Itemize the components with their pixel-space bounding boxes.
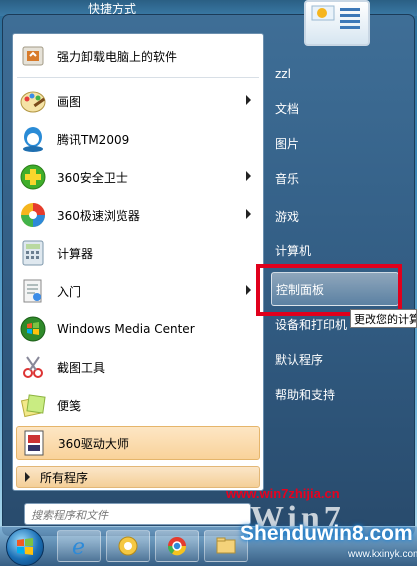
paint-icon (18, 86, 48, 116)
taskbar-ie-button[interactable]: e (57, 530, 101, 562)
program-item-uninstaller[interactable]: 强力卸载电脑上的软件 (16, 39, 260, 73)
search-placeholder: 搜索程序和文件 (31, 509, 108, 522)
right-item-pictures[interactable]: 图片 (271, 126, 399, 160)
360-safe-icon (18, 162, 48, 192)
media-center-icon (18, 314, 48, 344)
program-item-label: 360驱动大师 (58, 436, 129, 451)
program-item-label: 便笺 (57, 398, 82, 413)
program-item-360-browser[interactable]: 360极速浏览器 (16, 198, 260, 232)
program-item-sticky-notes[interactable]: 便笺 (16, 388, 260, 422)
program-item-label: 计算器 (57, 246, 94, 261)
program-item-label: 360安全卫士 (57, 170, 128, 185)
control-panel-tooltip: 更改您的计算 (350, 309, 417, 328)
program-item-label: 360极速浏览器 (57, 208, 140, 223)
explorer-icon (216, 537, 236, 554)
submenu-arrow-icon (246, 95, 251, 105)
right-item-computer[interactable]: 计算机 (271, 233, 399, 267)
all-programs-label: 所有程序 (40, 470, 89, 485)
submenu-arrow-icon (246, 209, 251, 219)
watermark-logo: Shenduwin8.com (240, 522, 413, 545)
calculator-icon (18, 238, 48, 268)
chrome-icon (167, 537, 187, 556)
360-driver-icon (19, 428, 49, 458)
user-picture[interactable] (304, 0, 370, 46)
svg-text:e: e (72, 535, 85, 558)
program-item-calculator[interactable]: 计算器 (16, 236, 260, 270)
all-programs-button[interactable]: 所有程序 (16, 466, 260, 488)
sticky-notes-icon (18, 390, 48, 420)
snipping-tool-icon (18, 352, 48, 382)
right-item-games[interactable]: 游戏 (271, 199, 399, 233)
programs-pane: 强力卸载电脑上的软件 画图 腾讯TM2009 360安全卫士 360极速浏览器 … (12, 33, 264, 491)
program-item-label: 截图工具 (57, 360, 106, 375)
submenu-arrow-icon (246, 285, 251, 295)
taskbar-file-manager-button[interactable] (106, 530, 150, 562)
program-item-media-center[interactable]: Windows Media Center (16, 312, 260, 346)
uninstaller-icon (18, 41, 48, 71)
right-item-documents[interactable]: 文档 (271, 91, 399, 125)
program-item-label: 强力卸载电脑上的软件 (57, 49, 178, 64)
program-item-tencent-tm[interactable]: 腾讯TM2009 (16, 122, 260, 156)
program-item-360-driver[interactable]: 360驱动大师 (16, 426, 260, 460)
program-item-label: Windows Media Center (57, 322, 195, 336)
program-item-360-safe[interactable]: 360安全卫士 (16, 160, 260, 194)
right-item-help-support[interactable]: 帮助和支持 (271, 377, 399, 411)
program-item-snipping-tool[interactable]: 截图工具 (16, 350, 260, 384)
file-manager-icon (118, 536, 138, 556)
program-item-label: 腾讯TM2009 (57, 132, 130, 147)
right-item-music[interactable]: 音乐 (271, 161, 399, 195)
program-item-getting-started[interactable]: 入门 (16, 274, 260, 308)
getting-started-icon (18, 276, 48, 306)
start-orb-button[interactable] (6, 528, 44, 566)
submenu-arrow-icon (246, 171, 251, 181)
expand-arrow-icon (25, 472, 30, 482)
search-input[interactable]: 搜索程序和文件 (24, 503, 251, 525)
ie-icon: e (72, 535, 85, 558)
program-item-label: 入门 (57, 284, 82, 299)
program-item-paint[interactable]: 画图 (16, 84, 260, 118)
windows-logo-icon (17, 538, 33, 555)
watermark-site: www.win7zhijia.cn (226, 486, 340, 501)
program-item-label: 画图 (57, 94, 82, 109)
right-item-default-programs[interactable]: 默认程序 (271, 342, 399, 376)
right-item-user[interactable]: zzl (271, 57, 399, 91)
watermark-url: www.kxinyk.com (348, 549, 417, 560)
tencent-tm-icon (18, 124, 48, 154)
360-browser-icon (18, 200, 48, 230)
taskbar-chrome-button[interactable] (155, 530, 199, 562)
divider (17, 77, 259, 78)
user-picture-icon (311, 5, 360, 29)
